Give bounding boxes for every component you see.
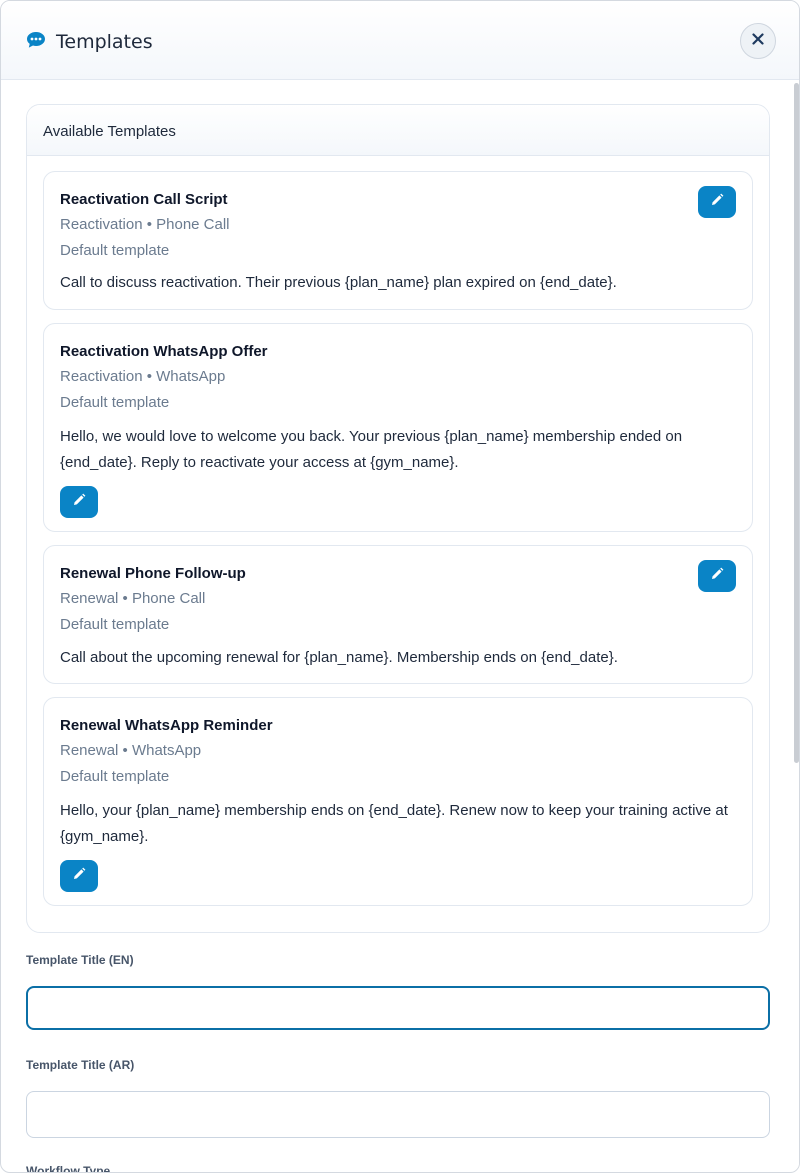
template-card: Reactivation Call Script Reactivation • …: [43, 171, 753, 310]
template-title-en-input[interactable]: [26, 986, 770, 1030]
template-meta: Reactivation • Phone Call: [60, 216, 230, 233]
template-title: Reactivation WhatsApp Offer: [60, 343, 268, 360]
template-default-label: Default template: [60, 394, 170, 411]
template-card: Renewal WhatsApp Reminder Renewal • What…: [43, 697, 753, 906]
templates-modal: Templates Available Templates Reactivati…: [0, 0, 800, 1173]
template-title-ar-label: Template Title (AR): [26, 1058, 135, 1072]
available-templates-panel: Available Templates Reactivation Call Sc…: [26, 104, 770, 933]
scrollbar-thumb[interactable]: [794, 83, 799, 763]
pencil-icon: [710, 567, 724, 586]
template-card: Reactivation WhatsApp Offer Reactivation…: [43, 323, 753, 532]
close-icon: [752, 32, 764, 50]
template-title: Renewal Phone Follow-up: [60, 565, 246, 582]
template-title-ar-input[interactable]: [26, 1091, 770, 1138]
template-title: Reactivation Call Script: [60, 191, 228, 208]
template-title-en-label: Template Title (EN): [26, 953, 134, 967]
template-title: Renewal WhatsApp Reminder: [60, 717, 273, 734]
panel-header: Available Templates: [27, 105, 769, 156]
pencil-icon: [72, 867, 86, 886]
template-default-label: Default template: [60, 616, 170, 633]
close-button[interactable]: [740, 23, 776, 59]
modal-title: Templates: [56, 31, 153, 53]
template-meta: Renewal • WhatsApp: [60, 742, 202, 759]
workflow-type-label: Workflow Type: [26, 1164, 111, 1173]
chat-bubble-icon: [26, 31, 46, 49]
template-card: Renewal Phone Follow-up Renewal • Phone …: [43, 545, 753, 684]
pencil-icon: [710, 193, 724, 212]
pencil-icon: [72, 493, 86, 512]
template-body: Call about the upcoming renewal for {pla…: [60, 649, 618, 666]
template-body: Hello, your {plan_name} membership ends …: [60, 802, 728, 845]
edit-template-button[interactable]: [60, 860, 98, 892]
panel-title: Available Templates: [43, 123, 176, 140]
edit-template-button[interactable]: [698, 560, 736, 592]
modal-header: Templates: [1, 1, 799, 80]
template-default-label: Default template: [60, 768, 170, 785]
template-meta: Reactivation • WhatsApp: [60, 368, 226, 385]
edit-template-button[interactable]: [698, 186, 736, 218]
template-meta: Renewal • Phone Call: [60, 590, 206, 607]
template-body: Hello, we would love to welcome you back…: [60, 428, 683, 471]
template-default-label: Default template: [60, 242, 170, 259]
template-body: Call to discuss reactivation. Their prev…: [60, 274, 617, 291]
edit-template-button[interactable]: [60, 486, 98, 518]
